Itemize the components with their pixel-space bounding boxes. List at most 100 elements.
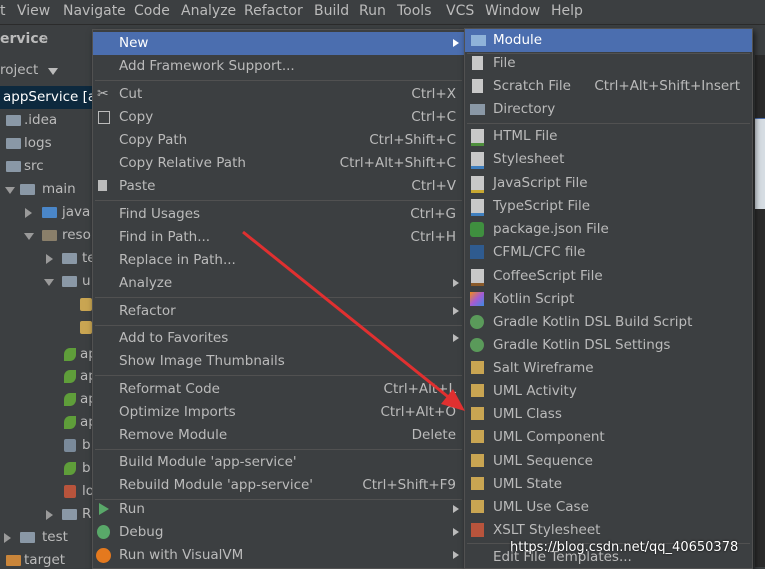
menu-item-copy-path[interactable]: Copy Path Ctrl+Shift+C xyxy=(93,129,464,152)
menu-item-run[interactable]: Run xyxy=(93,498,464,521)
menu-item-cut[interactable]: ✂ Cut Ctrl+X xyxy=(93,83,464,106)
submenu-item-xslt-stylesheet[interactable]: XSLT Stylesheet xyxy=(465,519,752,542)
menu-item-add-to-favorites[interactable]: Add to Favorites xyxy=(93,327,464,350)
menu-window[interactable]: Window xyxy=(485,3,540,19)
submenu-arrow-icon xyxy=(453,334,459,342)
menu-item-shortcut: Ctrl+C xyxy=(411,109,456,125)
menu-item-rebuild-module[interactable]: Rebuild Module 'app-service' Ctrl+Shift+… xyxy=(93,474,464,497)
tree-node-label: test xyxy=(42,529,68,545)
submenu-item-uml-class[interactable]: UML Class xyxy=(465,403,752,426)
submenu-item-uml-component[interactable]: UML Component xyxy=(465,426,752,449)
submenu-item-kotlin-script[interactable]: Kotlin Script xyxy=(465,288,752,311)
expand-arrow-icon[interactable] xyxy=(5,187,15,194)
spring-leaf-icon xyxy=(64,462,76,475)
menu-item-find-usages[interactable]: Find Usages Ctrl+G xyxy=(93,203,464,226)
submenu-item-directory[interactable]: Directory xyxy=(465,98,752,121)
submenu-item-gradle-build-script[interactable]: Gradle Kotlin DSL Build Script xyxy=(465,311,752,334)
menu-navigate[interactable]: Navigate xyxy=(63,3,126,19)
collapse-arrow-icon[interactable] xyxy=(46,510,53,520)
menu-item-shortcut: Ctrl+Alt+L xyxy=(383,381,456,397)
expand-arrow-icon[interactable] xyxy=(24,233,34,240)
menu-vcs[interactable]: VCS xyxy=(446,3,474,19)
submenu-item-salt-wireframe[interactable]: Salt Wireframe xyxy=(465,357,752,380)
menu-tools-partial[interactable]: t xyxy=(0,3,6,19)
menu-item-shortcut: Ctrl+Shift+F9 xyxy=(362,477,456,493)
scissors-icon: ✂ xyxy=(97,86,109,102)
source-folder-icon xyxy=(42,207,57,218)
menu-run[interactable]: Run xyxy=(359,3,386,19)
editor-area[interactable] xyxy=(755,55,765,567)
menu-item-add-framework-support[interactable]: Add Framework Support... xyxy=(93,55,464,78)
menu-help[interactable]: Help xyxy=(551,3,583,19)
menu-item-analyze[interactable]: Analyze xyxy=(93,272,464,295)
tree-node-label: .idea xyxy=(24,112,58,128)
menu-item-copy-relative-path[interactable]: Copy Relative Path Ctrl+Alt+Shift+C xyxy=(93,152,464,175)
submenu-item-file[interactable]: File xyxy=(465,52,752,75)
menu-item-remove-module[interactable]: Remove Module Delete xyxy=(93,424,464,447)
menu-item-paste[interactable]: Paste Ctrl+V xyxy=(93,175,464,198)
folder-icon xyxy=(6,115,21,126)
submenu-item-uml-state[interactable]: UML State xyxy=(465,473,752,496)
menu-item-label: JavaScript File xyxy=(493,175,588,191)
css-file-icon xyxy=(471,152,484,169)
project-tree: roject appService [a .idea logs src main… xyxy=(0,55,92,567)
menu-item-label: Kotlin Script xyxy=(493,291,575,307)
submenu-item-gradle-settings[interactable]: Gradle Kotlin DSL Settings xyxy=(465,334,752,357)
submenu-item-uml-activity[interactable]: UML Activity xyxy=(465,380,752,403)
menu-item-copy[interactable]: Copy Ctrl+C xyxy=(93,106,464,129)
menu-item-debug[interactable]: Debug xyxy=(93,521,464,544)
tree-node-label: lo xyxy=(82,483,92,499)
menu-item-label: UML Sequence xyxy=(493,453,593,469)
submenu-item-scratch-file[interactable]: Scratch File Ctrl+Alt+Shift+Insert xyxy=(465,75,752,98)
menu-item-replace-in-path[interactable]: Replace in Path... xyxy=(93,249,464,272)
menu-item-shortcut: Ctrl+Alt+Shift+Insert xyxy=(594,78,740,94)
menu-item-optimize-imports[interactable]: Optimize Imports Ctrl+Alt+O xyxy=(93,401,464,424)
scratch-file-icon xyxy=(472,79,483,93)
uml-icon xyxy=(471,477,484,490)
menu-item-run-with-visualvm[interactable]: Run with VisualVM xyxy=(93,544,464,567)
submenu-item-package-json[interactable]: package.json File xyxy=(465,218,752,241)
submenu-item-html-file[interactable]: HTML File xyxy=(465,125,752,148)
menu-item-shortcut: Ctrl+G xyxy=(410,206,456,222)
menu-item-label: UML Component xyxy=(493,429,605,445)
tree-node-file[interactable] xyxy=(0,316,92,339)
uml-icon xyxy=(471,430,484,443)
project-header[interactable]: roject xyxy=(0,59,92,82)
menu-analyze[interactable]: Analyze xyxy=(181,3,236,19)
submenu-item-uml-use-case[interactable]: UML Use Case xyxy=(465,496,752,519)
submenu-item-stylesheet[interactable]: Stylesheet xyxy=(465,148,752,171)
tree-node-root[interactable]: appService [a xyxy=(0,86,92,109)
breadcrumb-separator-icon: › xyxy=(42,30,48,46)
menu-refactor[interactable]: Refactor xyxy=(244,3,303,19)
submenu-item-javascript-file[interactable]: JavaScript File xyxy=(465,172,752,195)
menu-item-label: Add Framework Support... xyxy=(119,58,295,74)
collapse-arrow-icon[interactable] xyxy=(4,533,11,543)
spring-leaf-icon xyxy=(64,348,76,361)
menu-tools[interactable]: Tools xyxy=(397,3,432,19)
menu-item-build-module[interactable]: Build Module 'app-service' xyxy=(93,451,464,474)
menu-build[interactable]: Build xyxy=(314,3,349,19)
submenu-item-coffeescript-file[interactable]: CoffeeScript File xyxy=(465,265,752,288)
menu-item-show-image-thumbnails[interactable]: Show Image Thumbnails xyxy=(93,350,464,373)
excluded-folder-icon xyxy=(6,555,21,566)
expand-arrow-icon[interactable] xyxy=(44,279,54,286)
watermark: https://blog.csdn.net/qq_40650378 xyxy=(510,540,739,555)
collapse-arrow-icon[interactable] xyxy=(25,208,32,218)
menu-item-new[interactable]: New xyxy=(93,32,464,55)
menu-item-refactor[interactable]: Refactor xyxy=(93,300,464,323)
chevron-down-icon[interactable] xyxy=(48,68,58,75)
submenu-item-module[interactable]: Module xyxy=(465,29,752,52)
menu-item-label: Directory xyxy=(493,101,556,117)
submenu-item-typescript-file[interactable]: TypeScript File xyxy=(465,195,752,218)
menu-item-shortcut: Ctrl+Alt+Shift+C xyxy=(339,155,456,171)
menu-code[interactable]: Code xyxy=(134,3,170,19)
gradle-icon xyxy=(470,315,484,329)
menu-item-reformat-code[interactable]: Reformat Code Ctrl+Alt+L xyxy=(93,378,464,401)
collapse-arrow-icon[interactable] xyxy=(46,254,53,264)
submenu-item-uml-sequence[interactable]: UML Sequence xyxy=(465,450,752,473)
submenu-item-cfml-file[interactable]: CFML/CFC file xyxy=(465,241,752,264)
breadcrumb[interactable]: ervice xyxy=(0,31,48,47)
menu-item-find-in-path[interactable]: Find in Path... Ctrl+H xyxy=(93,226,464,249)
menu-view[interactable]: View xyxy=(17,3,50,19)
tree-node-file[interactable] xyxy=(0,293,92,316)
